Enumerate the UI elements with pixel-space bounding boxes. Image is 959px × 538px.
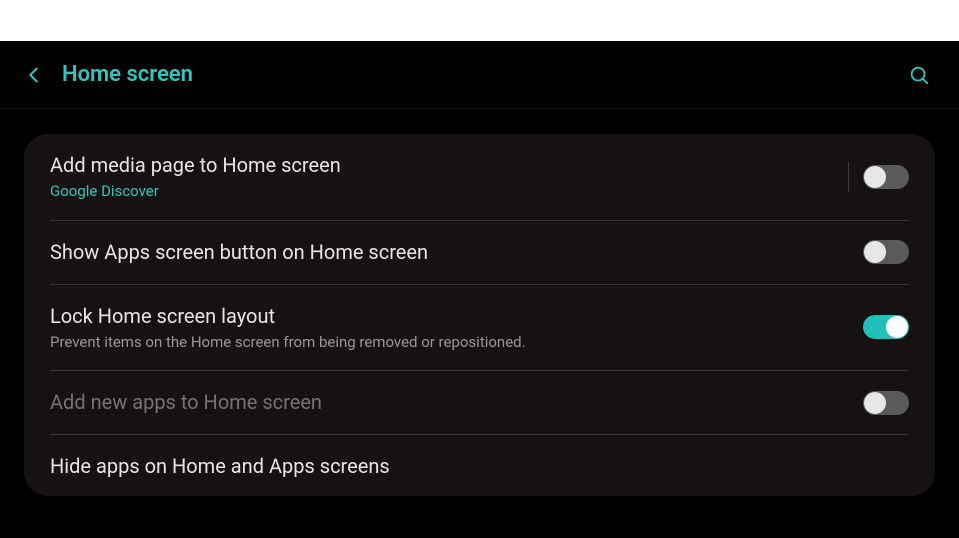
settings-viewport: Home screen Add media page to Home scree… — [0, 41, 959, 538]
setting-show-apps-button[interactable]: Show Apps screen button on Home screen — [50, 221, 909, 285]
toggle-wrap — [848, 162, 909, 192]
setting-title: Add media page to Home screen — [50, 152, 848, 179]
appbar: Home screen — [0, 41, 959, 109]
toggle-wrap — [863, 391, 909, 415]
setting-lock-layout[interactable]: Lock Home screen layout Prevent items on… — [50, 285, 909, 372]
toggle-knob — [864, 241, 886, 263]
setting-subtitle: Prevent items on the Home screen from be… — [50, 333, 863, 353]
chevron-left-icon — [23, 64, 45, 86]
setting-text: Lock Home screen layout Prevent items on… — [50, 303, 863, 353]
toggle-show-apps-button[interactable] — [863, 240, 909, 264]
setting-title: Lock Home screen layout — [50, 303, 863, 330]
toggle-knob — [864, 392, 886, 414]
setting-subtitle: Google Discover — [50, 182, 848, 202]
toggle-add-new-apps — [863, 391, 909, 415]
back-button[interactable] — [12, 53, 56, 97]
toggle-knob — [864, 166, 886, 188]
setting-title: Add new apps to Home screen — [50, 389, 863, 416]
toggle-add-media-page[interactable] — [863, 165, 909, 189]
setting-title: Hide apps on Home and Apps screens — [50, 453, 909, 480]
toggle-wrap — [863, 315, 909, 339]
setting-text: Hide apps on Home and Apps screens — [50, 453, 909, 480]
setting-hide-apps[interactable]: Hide apps on Home and Apps screens — [50, 435, 909, 496]
toggle-lock-layout[interactable] — [863, 315, 909, 339]
setting-text: Show Apps screen button on Home screen — [50, 239, 863, 266]
page-title: Home screen — [62, 62, 897, 87]
setting-title: Show Apps screen button on Home screen — [50, 239, 863, 266]
search-button[interactable] — [897, 53, 941, 97]
toggle-wrap — [863, 240, 909, 264]
setting-add-new-apps: Add new apps to Home screen — [50, 371, 909, 435]
search-icon — [908, 64, 930, 86]
divider — [848, 162, 849, 192]
setting-text: Add media page to Home screen Google Dis… — [50, 152, 848, 202]
setting-text: Add new apps to Home screen — [50, 389, 863, 416]
setting-add-media-page[interactable]: Add media page to Home screen Google Dis… — [50, 134, 909, 221]
settings-panel: Add media page to Home screen Google Dis… — [24, 134, 935, 496]
